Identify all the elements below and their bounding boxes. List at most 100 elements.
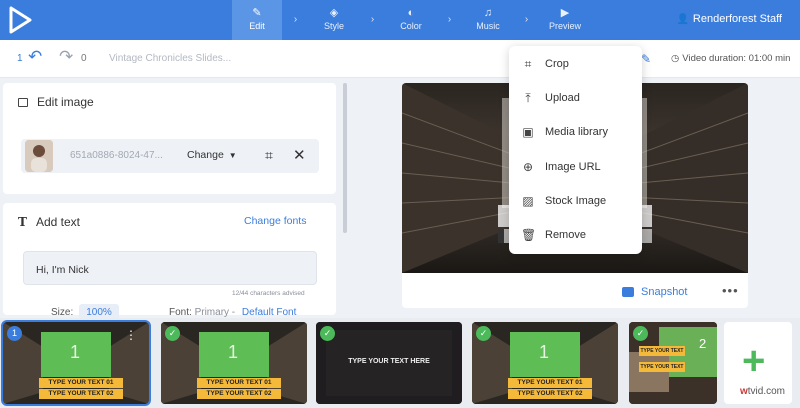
redo-icon[interactable]: ↷ [59, 47, 73, 67]
plus-icon: + [742, 339, 766, 383]
edit-image-header: Edit image [18, 95, 94, 109]
add-text-title: Add text [35, 215, 80, 229]
pencil-icon: ✎ [252, 7, 262, 19]
user-name: Renderforest Staff [692, 13, 782, 25]
font-selector[interactable]: Default Font [242, 307, 296, 318]
scene-thumbnail[interactable]: ✓ 1 TYPE YOUR TEXT 01 TYPE YOUR TEXT 02 [472, 322, 618, 404]
snapshot-label: Snapshot [641, 286, 688, 298]
step-label: Preview [548, 21, 581, 31]
play-icon: ▶ [560, 7, 570, 19]
watermark-brand: w [740, 386, 748, 397]
image-icon [622, 287, 634, 297]
video-duration: ◷ Video duration: 01:00 min [671, 53, 790, 64]
app-logo-icon[interactable] [6, 4, 34, 36]
menu-item-label: Image URL [545, 161, 601, 173]
user-icon: 👤 [676, 13, 689, 25]
step-label: Music [476, 21, 500, 31]
text-icon: T [18, 215, 27, 229]
globe-icon: ⊕ [522, 160, 534, 174]
menu-item-crop[interactable]: ⌗ Crop [509, 47, 642, 81]
scene-thumbnail[interactable]: ✓ 1 TYPE YOUR TEXT 01 TYPE YOUR TEXT 02 [161, 322, 307, 404]
step-edit[interactable]: ✎ Edit [232, 0, 282, 40]
menu-item-label: Crop [545, 58, 569, 70]
menu-item-remove[interactable]: 🗑 Remove [509, 218, 642, 252]
add-text-card: T Add text Change fonts Hi, I'm Nick 12/… [3, 203, 336, 321]
user-menu[interactable]: 👤 Renderforest Staff [676, 13, 782, 25]
scene-number: 1 [228, 342, 239, 362]
media-library-icon: ▣ [522, 125, 534, 139]
editor-steps: ✎ Edit › ◈ Style › ◐ Color › ♫ Music › ▶… [232, 0, 590, 40]
scene-banner: TYPE YOUR TEXT [639, 346, 685, 356]
layers-icon: ◈ [329, 7, 339, 19]
scene-number: 1 [70, 342, 81, 362]
scene-banner: TYPE YOUR TEXT 02 [508, 389, 592, 399]
image-row: 651a0886-8024-47... Change ▼ ⌗ ✕ [21, 139, 319, 173]
step-music[interactable]: ♫ Music [463, 0, 513, 40]
scene-banner: TYPE YOUR TEXT [639, 362, 685, 372]
more-options-icon[interactable]: ••• [722, 283, 739, 298]
font-label: Font: [169, 307, 192, 318]
image-file-name: 651a0886-8024-47... [70, 150, 163, 161]
redo-count: 0 [81, 53, 87, 64]
menu-item-image-url[interactable]: ⊕ Image URL [509, 150, 642, 184]
font-type: Primary - [194, 307, 236, 318]
watermark-text: tvid.com [747, 386, 786, 397]
chevron-right-icon: › [447, 14, 452, 25]
step-style[interactable]: ◈ Style [309, 0, 359, 40]
step-preview[interactable]: ▶ Preview [540, 0, 590, 40]
menu-item-media-library[interactable]: ▣ Media library [509, 115, 642, 149]
menu-item-stock-image[interactable]: ▨ Stock Image [509, 184, 642, 218]
music-icon: ♫ [483, 7, 493, 19]
image-thumbnail[interactable] [25, 140, 53, 172]
undo-icon[interactable]: ↶ [28, 47, 42, 67]
editor-toolbar: 1 ↶ ↷ 0 Vintage Chronicles Slides... ✎ ◷… [0, 40, 800, 78]
menu-item-upload[interactable]: ⤒ Upload [509, 81, 642, 115]
scene-thumbnail[interactable]: ✓ TYPE YOUR TEXT HERE [316, 322, 462, 404]
scene-banner: TYPE YOUR TEXT 02 [39, 389, 123, 399]
check-icon: ✓ [165, 326, 180, 341]
left-panel-scrollbar[interactable] [343, 83, 347, 233]
text-input[interactable]: Hi, I'm Nick [23, 251, 317, 285]
undo-count: 1 [17, 53, 23, 64]
scene-banner: TYPE YOUR TEXT 01 [197, 378, 281, 388]
check-icon: ✓ [476, 326, 491, 341]
crop-icon[interactable]: ⌗ [265, 147, 273, 164]
check-icon: ✓ [320, 326, 335, 341]
scene-number-badge: 1 [7, 326, 22, 341]
edit-image-card: Edit image 651a0886-8024-47... Change ▼ … [3, 83, 336, 194]
scene-thumbnail[interactable]: ✓ 2 TYPE YOUR TEXT TYPE YOUR TEXT [629, 322, 717, 404]
top-navigation-bar: ✎ Edit › ◈ Style › ◐ Color › ♫ Music › ▶… [0, 0, 800, 40]
close-icon[interactable]: ✕ [293, 146, 306, 164]
change-fonts-link[interactable]: Change fonts [244, 215, 306, 227]
menu-item-label: Remove [545, 229, 586, 241]
step-label: Color [400, 21, 422, 31]
project-title[interactable]: Vintage Chronicles Slides... [109, 53, 231, 64]
upload-icon: ⤒ [525, 90, 531, 105]
snapshot-button[interactable]: Snapshot [622, 286, 687, 298]
trash-icon: 🗑 [521, 228, 537, 242]
person-photo [25, 140, 53, 172]
crop-icon: ⌗ [524, 56, 532, 71]
scene-number: 2 [699, 336, 707, 351]
add-text-header: T Add text [18, 215, 80, 229]
chevron-right-icon: › [524, 14, 529, 25]
menu-item-label: Upload [545, 92, 580, 104]
menu-item-label: Stock Image [545, 195, 607, 207]
step-color[interactable]: ◐ Color [386, 0, 436, 40]
scene-banner: TYPE YOUR TEXT 02 [197, 389, 281, 399]
caret-down-icon: ▼ [228, 150, 237, 160]
scenes-timeline: 1 ⋮ 1 TYPE YOUR TEXT 01 TYPE YOUR TEXT 0… [0, 318, 800, 408]
scene-thumbnail[interactable]: 1 ⋮ 1 TYPE YOUR TEXT 01 TYPE YOUR TEXT 0… [1, 320, 151, 406]
watermark: wtvid.com [740, 386, 785, 397]
chevron-right-icon: › [293, 14, 298, 25]
change-image-button[interactable]: Change ▼ [187, 149, 237, 161]
step-label: Edit [249, 21, 265, 31]
scene-text: TYPE YOUR TEXT HERE [348, 358, 430, 365]
image-options-menu: ⌗ Crop ⤒ Upload ▣ Media library ⊕ Image … [509, 46, 642, 254]
menu-item-label: Media library [545, 126, 608, 138]
image-icon [18, 97, 28, 107]
scene-number: 1 [539, 342, 550, 362]
edit-title-pencil-icon[interactable]: ✎ [641, 52, 651, 66]
more-vertical-icon[interactable]: ⋮ [125, 328, 137, 342]
scene-banner: TYPE YOUR TEXT 01 [39, 378, 123, 388]
